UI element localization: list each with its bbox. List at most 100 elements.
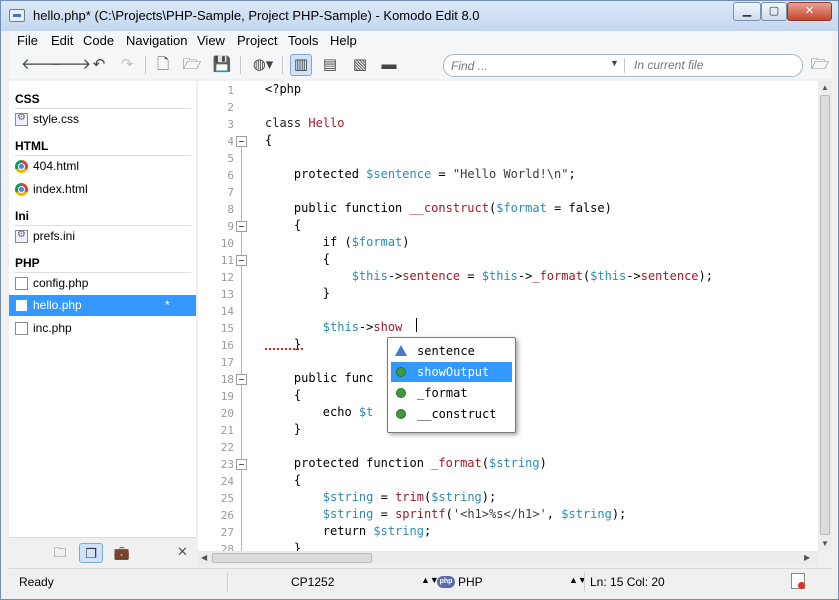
syntax-check-status-icon[interactable] — [791, 573, 805, 589]
toolbar-separator — [240, 56, 241, 74]
autocomplete-label: showOutput — [417, 365, 490, 379]
code-line: return $string; — [265, 524, 432, 538]
menu-project[interactable]: Project — [237, 33, 277, 48]
code-editor[interactable]: 1 2 3 4 5 6 7 8 9 10 11 12 13 14 15 16 17 18 19 20 21 22 23 24 2… — [198, 81, 818, 551]
file-style-css[interactable]: style.css — [9, 109, 196, 130]
undo-icon[interactable]: ↶ — [88, 54, 110, 76]
autocomplete-item-format[interactable]: _format — [391, 383, 512, 403]
fold-toggle-icon[interactable] — [236, 459, 247, 470]
code-line: protected $sentence = "Hello World!\n"; — [265, 167, 576, 181]
menu-file[interactable]: File — [17, 33, 38, 48]
close-button[interactable]: ✕ — [787, 2, 832, 21]
back-icon[interactable]: 🡐 — [21, 54, 61, 76]
file-index-html[interactable]: index.html — [9, 179, 196, 200]
fold-toggle-icon[interactable] — [236, 374, 247, 385]
find-input[interactable] — [451, 58, 611, 74]
open-folder-icon[interactable]: 🗁 — [181, 54, 203, 76]
scroll-left-icon[interactable]: ◀ — [201, 553, 207, 562]
file-404-html[interactable]: 404.html — [9, 156, 196, 177]
toolbar-separator — [282, 56, 283, 74]
fold-toggle-icon[interactable] — [236, 255, 247, 266]
code-line: { — [265, 218, 302, 232]
autocomplete-item-showoutput[interactable]: showOutput — [391, 362, 512, 382]
new-file-icon[interactable]: 🗋 — [152, 54, 174, 76]
menu-help[interactable]: Help — [330, 33, 357, 48]
browser-preview-icon[interactable]: ◍▾ — [249, 54, 277, 76]
vertical-scroll-thumb[interactable] — [820, 95, 830, 535]
scroll-right-icon[interactable]: ▶ — [804, 553, 810, 562]
redo-icon[interactable]: ↷ — [116, 54, 138, 76]
line-number: 14 — [220, 305, 234, 318]
file-name: index.html — [33, 182, 88, 196]
scroll-up-icon[interactable]: ▲ — [821, 83, 829, 92]
vertical-scrollbar[interactable]: ▲ ▼ — [818, 81, 832, 551]
category-css: CSS — [15, 92, 40, 106]
line-number: 5 — [227, 152, 234, 165]
file-hello-php[interactable]: hello.php * — [9, 295, 196, 316]
menu-tools[interactable]: Tools — [288, 33, 318, 48]
fullscreen-icon[interactable]: ▬ — [378, 54, 400, 76]
left-pane-icon[interactable]: ▥ — [290, 54, 312, 76]
method-icon — [396, 388, 406, 398]
menu-view[interactable]: View — [197, 33, 225, 48]
file-prefs-ini[interactable]: prefs.ini — [9, 226, 196, 247]
find-history-dropdown-icon[interactable]: ▼ — [610, 58, 619, 68]
minimize-button[interactable]: ▁ — [733, 2, 761, 21]
file-name: hello.php — [33, 298, 82, 312]
bottom-pane-icon[interactable]: ▤ — [319, 54, 341, 76]
autocomplete-item-sentence[interactable]: sentence — [391, 341, 512, 361]
forward-icon[interactable]: 🡒 — [51, 54, 91, 76]
autocomplete-item-construct[interactable]: __construct — [391, 404, 512, 424]
code-line: { — [265, 252, 331, 266]
places-tab-icon[interactable]: 🗀 — [48, 543, 72, 563]
scroll-down-icon[interactable]: ▼ — [821, 539, 829, 548]
code-line: { — [265, 473, 302, 487]
encoding-selector[interactable]: CP1252 — [291, 575, 334, 589]
gear-doc-icon — [15, 112, 28, 126]
projects-tab-icon[interactable]: ❐ — [79, 543, 103, 563]
line-number: 11 — [220, 254, 234, 267]
line-number: 7 — [227, 186, 234, 199]
property-icon — [395, 345, 407, 356]
open-find-folder-icon[interactable]: 🗁 — [809, 54, 831, 76]
line-number: 15 — [220, 322, 234, 335]
horizontal-scrollbar[interactable]: ◀ ▶ — [198, 551, 818, 565]
line-number: 3 — [227, 118, 234, 131]
fold-toggle-icon[interactable] — [236, 221, 247, 232]
code-line: } — [265, 286, 331, 300]
autocomplete-popup[interactable]: sentence showOutput _format __construct — [387, 337, 516, 433]
modified-indicator: * — [165, 298, 170, 312]
code-line: $this->show — [322, 320, 403, 334]
menu-navigation[interactable]: Navigation — [126, 33, 187, 48]
find-divider — [624, 58, 625, 73]
autocomplete-label: sentence — [417, 344, 475, 358]
app-window: hello.php* (C:\Projects\PHP-Sample, Proj… — [0, 0, 839, 600]
category-php: PHP — [15, 256, 40, 270]
horizontal-scroll-thumb[interactable] — [212, 553, 372, 563]
line-number: 19 — [220, 390, 234, 403]
code-line: } — [265, 541, 302, 551]
code-line: { — [265, 388, 302, 402]
save-icon[interactable]: 💾 — [211, 54, 233, 76]
line-number: 2 — [227, 101, 234, 114]
line-number: 13 — [220, 288, 234, 301]
doc-icon — [15, 299, 28, 312]
line-number: 21 — [220, 424, 234, 437]
line-number: 12 — [220, 271, 234, 284]
category-ini: Ini — [15, 209, 29, 223]
fold-toggle-icon[interactable] — [236, 136, 247, 147]
menu-code[interactable]: Code — [83, 33, 114, 48]
chrome-icon — [15, 183, 28, 196]
toolbox-tab-icon[interactable]: 💼 — [110, 543, 134, 563]
code-line: public func — [265, 371, 374, 385]
sidebar-close-icon[interactable]: ✕ — [177, 544, 188, 560]
right-pane-icon[interactable]: ▧ — [349, 54, 371, 76]
status-separator — [584, 572, 585, 592]
menu-edit[interactable]: Edit — [51, 33, 73, 48]
language-selector[interactable]: PHP — [458, 575, 483, 589]
maximize-button[interactable]: ▢ — [761, 2, 787, 21]
line-number: 26 — [220, 509, 234, 522]
find-scope[interactable]: In current file — [634, 58, 703, 72]
file-config-php[interactable]: config.php — [9, 273, 196, 294]
file-inc-php[interactable]: inc.php — [9, 318, 196, 339]
